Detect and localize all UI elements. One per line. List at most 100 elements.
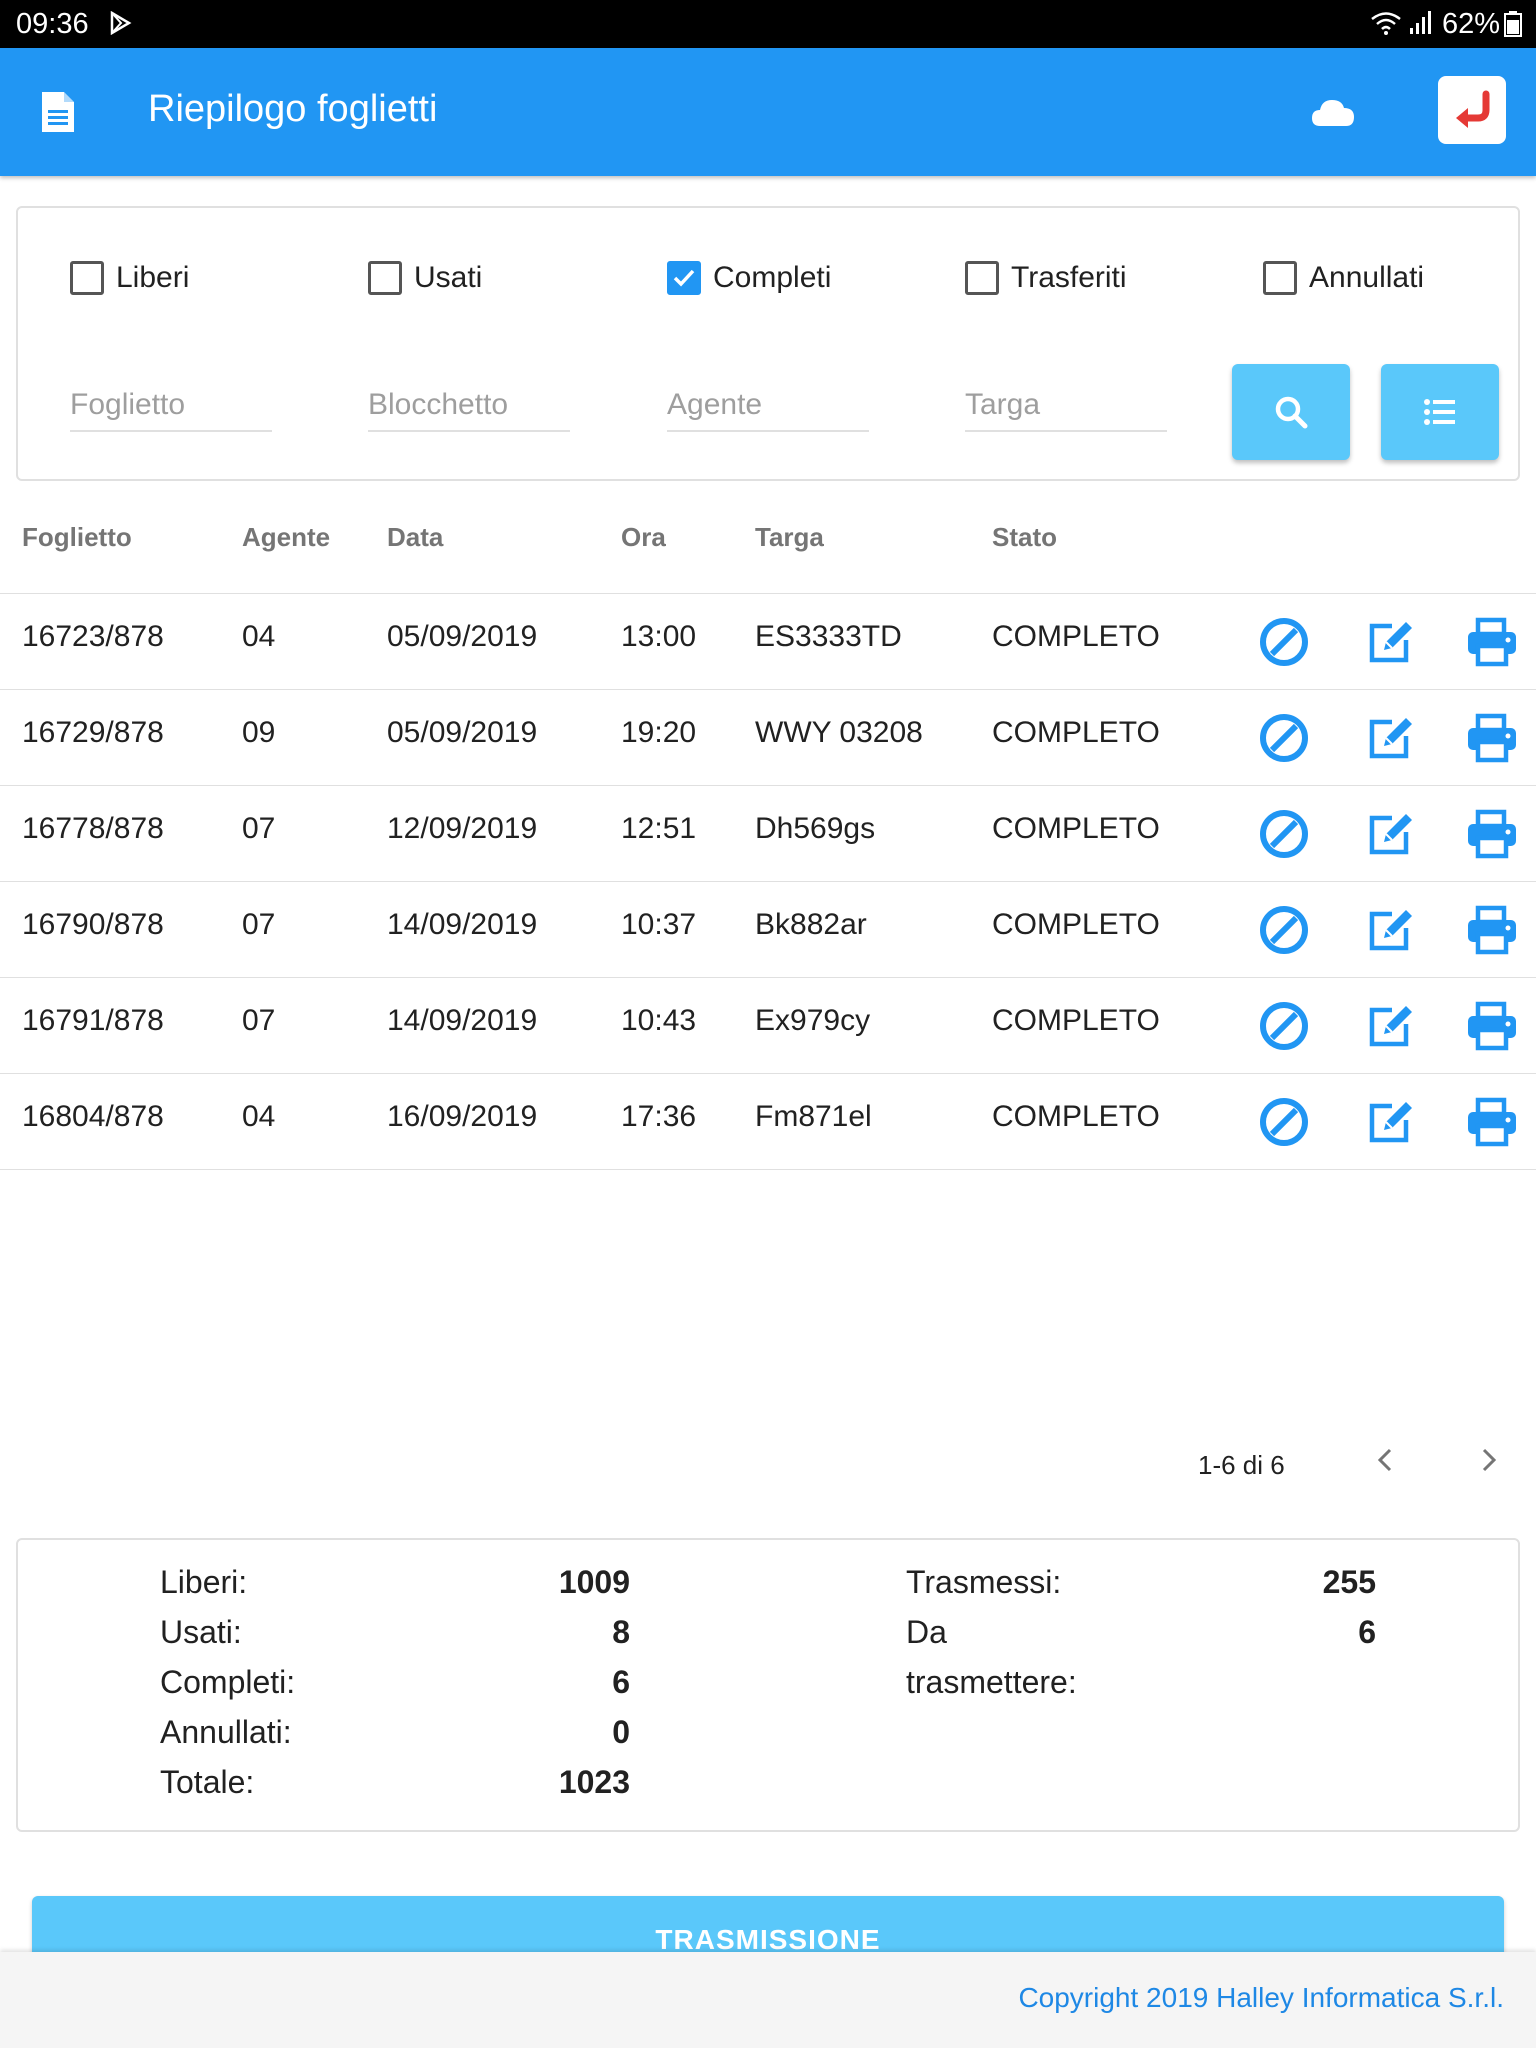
edit-icon[interactable] bbox=[1362, 614, 1418, 670]
table-row[interactable]: 16791/878 07 14/09/2019 10:43 Ex979cy COMPLET… bbox=[0, 978, 1536, 1074]
chevron-right-icon[interactable] bbox=[1472, 1444, 1504, 1476]
table-row[interactable]: 16804/878 04 16/09/2019 17:36 Fm871el COMPLET… bbox=[0, 1074, 1536, 1170]
table-row[interactable]: 16729/878 09 05/09/2019 19:20 WWY 03208 COMPL… bbox=[0, 690, 1536, 786]
edit-icon[interactable] bbox=[1362, 1094, 1418, 1150]
checkbox-liberi[interactable]: Liberi bbox=[70, 258, 189, 298]
foglietto-input[interactable]: Foglietto bbox=[70, 372, 272, 432]
cell-foglietto: 16778/878 bbox=[22, 812, 164, 845]
summary-label: Trasmessi: bbox=[906, 1564, 1062, 1600]
cell-targa: Bk882ar bbox=[755, 908, 867, 941]
cell-ora: 12:51 bbox=[621, 812, 697, 845]
blocchetto-input[interactable]: Blocchetto bbox=[368, 372, 570, 432]
cell-targa: Dh569gs bbox=[755, 812, 876, 845]
cell-agente: 09 bbox=[242, 716, 276, 749]
cell-stato: COMPLETO bbox=[992, 1004, 1160, 1037]
cloud-icon[interactable] bbox=[1310, 92, 1356, 132]
print-icon[interactable] bbox=[1464, 614, 1520, 670]
edit-icon[interactable] bbox=[1362, 902, 1418, 958]
cancel-icon[interactable] bbox=[1256, 710, 1312, 766]
edit-icon[interactable] bbox=[1362, 806, 1418, 862]
cell-targa: Ex979cy bbox=[755, 1004, 871, 1037]
cell-agente: 07 bbox=[242, 1004, 276, 1037]
table-row[interactable]: 16778/878 07 12/09/2019 12:51 Dh569gs COMPLET… bbox=[0, 786, 1536, 882]
summary-label: Usati: bbox=[160, 1614, 242, 1650]
cell-agente: 04 bbox=[242, 1100, 276, 1133]
summary-label: Completi: bbox=[160, 1664, 296, 1700]
cell-targa: ES3333TD bbox=[755, 620, 902, 653]
header-foglietto[interactable]: Foglietto bbox=[22, 522, 132, 553]
app-bar: Riepilogo foglietti bbox=[0, 48, 1536, 176]
cell-ora: 19:20 bbox=[621, 716, 697, 749]
checkbox-box[interactable] bbox=[1263, 261, 1297, 295]
status-time: 09:36 bbox=[16, 8, 89, 40]
cell-data: 05/09/2019 bbox=[387, 716, 538, 749]
cell-stato: COMPLETO bbox=[992, 908, 1160, 941]
targa-input[interactable]: Targa bbox=[965, 372, 1167, 432]
header-agente[interactable]: Agente bbox=[242, 522, 330, 553]
checkbox-label: Usati bbox=[414, 261, 483, 294]
checkbox-completi[interactable]: Completi bbox=[667, 258, 831, 298]
summary-label: Annullati: bbox=[160, 1714, 292, 1750]
summary-label: Liberi: bbox=[160, 1564, 248, 1600]
filter-panel: Liberi Usati Completi Trasferiti Annulla… bbox=[16, 206, 1520, 481]
print-icon[interactable] bbox=[1464, 806, 1520, 862]
header-stato[interactable]: Stato bbox=[992, 522, 1057, 553]
header-data[interactable]: Data bbox=[387, 522, 443, 553]
cancel-icon[interactable] bbox=[1256, 998, 1312, 1054]
edit-icon[interactable] bbox=[1362, 710, 1418, 766]
summary-label: Da bbox=[906, 1614, 947, 1650]
summary-value: 1009 bbox=[558, 1564, 630, 1600]
header-targa[interactable]: Targa bbox=[755, 522, 824, 553]
summary-value: 8 bbox=[612, 1614, 630, 1650]
checkbox-label: Liberi bbox=[116, 261, 190, 294]
cell-stato: COMPLETO bbox=[992, 620, 1160, 653]
cell-agente: 04 bbox=[242, 620, 276, 653]
cell-agente: 07 bbox=[242, 908, 276, 941]
play-store-icon bbox=[110, 11, 132, 35]
checkbox-box[interactable] bbox=[368, 261, 402, 295]
table-row[interactable]: 16723/878 04 05/09/2019 13:00 ES3333TD COMPLE… bbox=[0, 594, 1536, 690]
back-button[interactable] bbox=[1438, 76, 1506, 144]
chevron-left-icon[interactable] bbox=[1370, 1444, 1402, 1476]
cell-ora: 10:37 bbox=[621, 908, 697, 941]
checkbox-usati[interactable]: Usati bbox=[368, 258, 482, 298]
cell-data: 14/09/2019 bbox=[387, 908, 538, 941]
list-button[interactable] bbox=[1381, 364, 1499, 460]
cancel-icon[interactable] bbox=[1256, 614, 1312, 670]
search-button[interactable] bbox=[1232, 364, 1350, 460]
status-bar: 09:36 62% bbox=[0, 0, 1536, 48]
input-placeholder: Targa bbox=[965, 388, 1041, 421]
checkbox-label: Completi bbox=[713, 261, 832, 294]
checkbox-label: Trasferiti bbox=[1011, 261, 1127, 294]
summary-value: 6 bbox=[612, 1664, 630, 1700]
summary-panel: Liberi: 1009 Usati: 8 Completi: 6 Annull… bbox=[16, 1538, 1520, 1832]
print-icon[interactable] bbox=[1464, 998, 1520, 1054]
table-header: Foglietto Agente Data Ora Targa Stato bbox=[0, 500, 1536, 594]
print-icon[interactable] bbox=[1464, 710, 1520, 766]
cancel-icon[interactable] bbox=[1256, 1094, 1312, 1150]
signal-icon bbox=[1410, 11, 1431, 34]
cell-data: 12/09/2019 bbox=[387, 812, 538, 845]
checkbox-box[interactable] bbox=[70, 261, 104, 295]
document-icon bbox=[42, 92, 74, 132]
input-placeholder: Foglietto bbox=[70, 388, 186, 421]
cell-stato: COMPLETO bbox=[992, 1100, 1160, 1133]
agente-input[interactable]: Agente bbox=[667, 372, 869, 432]
cell-targa: Fm871el bbox=[755, 1100, 872, 1133]
cancel-icon[interactable] bbox=[1256, 902, 1312, 958]
table-row[interactable]: 16790/878 07 14/09/2019 10:37 Bk882ar COMPLET… bbox=[0, 882, 1536, 978]
footer: Copyright 2019 Halley Informatica S.r.l. bbox=[0, 1952, 1536, 2048]
cancel-icon[interactable] bbox=[1256, 806, 1312, 862]
checkbox-box[interactable] bbox=[965, 261, 999, 295]
header-ora[interactable]: Ora bbox=[621, 522, 666, 553]
cell-ora: 10:43 bbox=[621, 1004, 697, 1037]
edit-icon[interactable] bbox=[1362, 998, 1418, 1054]
print-icon[interactable] bbox=[1464, 1094, 1520, 1150]
checkbox-box-checked[interactable] bbox=[667, 261, 701, 295]
cell-ora: 13:00 bbox=[621, 620, 697, 653]
checkbox-trasferiti[interactable]: Trasferiti bbox=[965, 258, 1127, 298]
print-icon[interactable] bbox=[1464, 902, 1520, 958]
checkbox-annullati[interactable]: Annullati bbox=[1263, 258, 1424, 298]
summary-label: Totale: bbox=[160, 1764, 255, 1800]
copyright-link[interactable]: Copyright 2019 Halley Informatica S.r.l. bbox=[1018, 1982, 1504, 2014]
